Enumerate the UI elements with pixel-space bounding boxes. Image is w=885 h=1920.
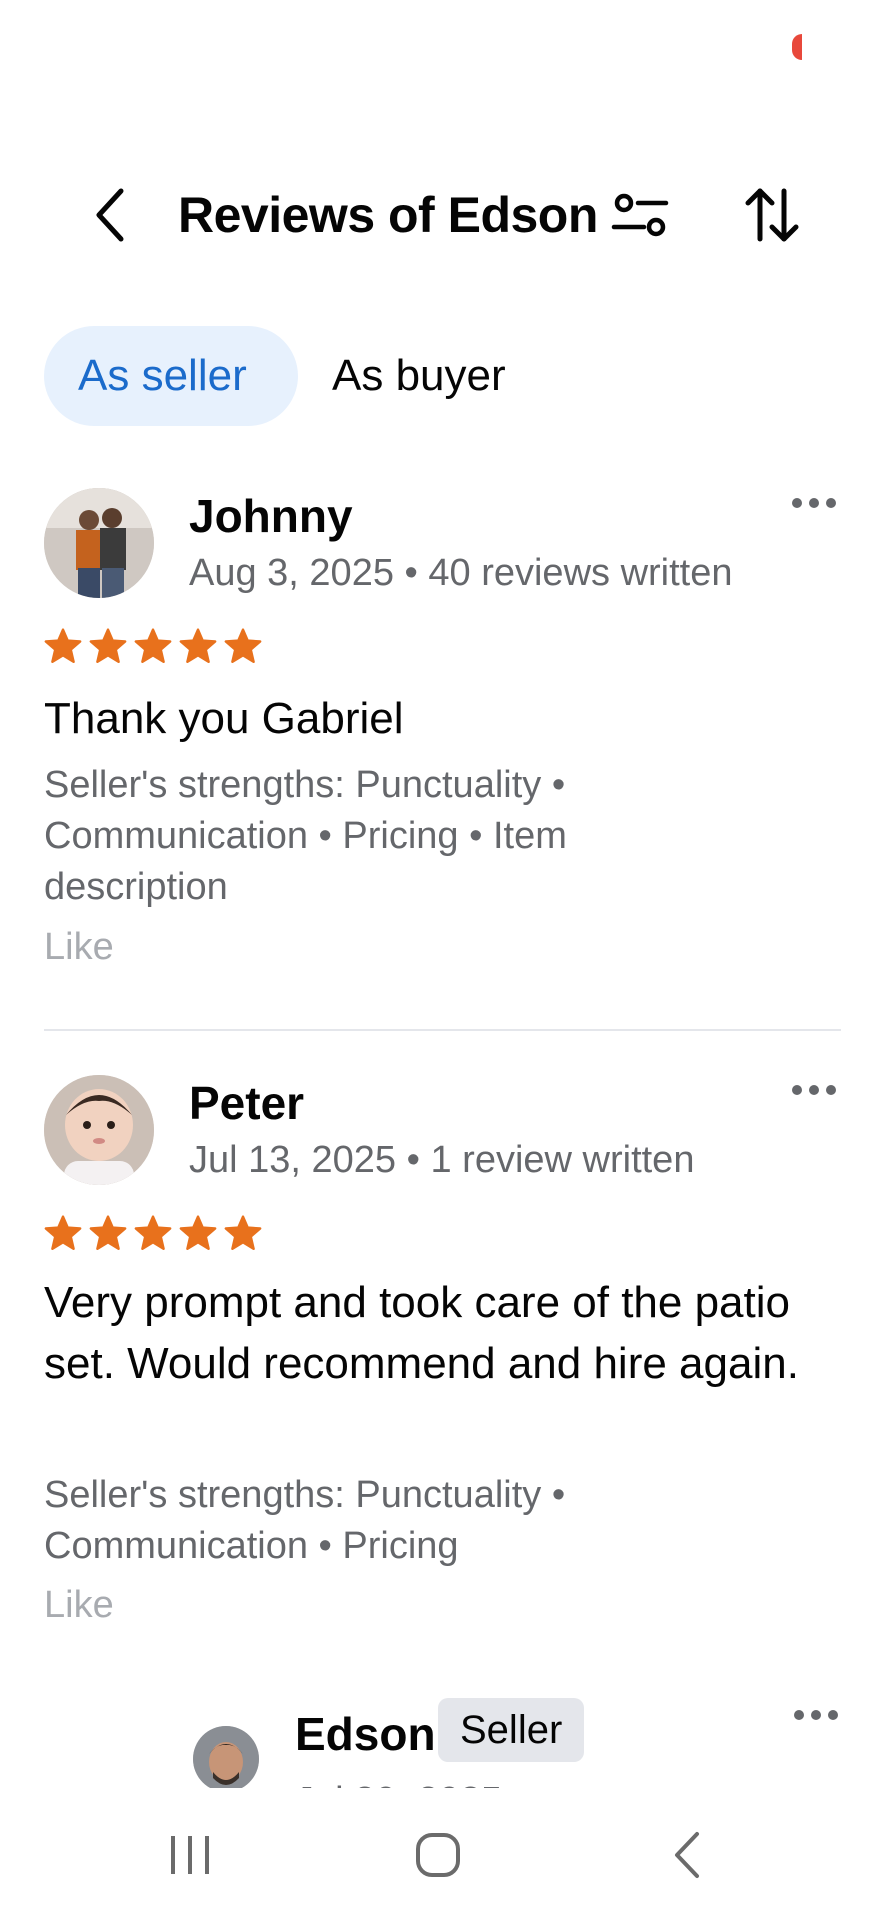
review-meta: Aug 3, 2025 • 40 reviews written: [189, 552, 733, 594]
avatar[interactable]: [44, 1075, 154, 1185]
home-button[interactable]: [398, 1820, 478, 1890]
seller-strengths: Seller's strengths: Punctuality • Commun…: [44, 1474, 566, 1567]
reply-author-name[interactable]: Edson: [295, 1706, 436, 1762]
review-item: Peter Jul 13, 2025 • 1 review written Ve…: [44, 1075, 844, 1635]
seller-reply: Edson Seller Jul 20, 2025: [193, 1698, 843, 1788]
back-icon: [675, 1832, 699, 1878]
star-rating: [44, 628, 262, 664]
star-icon: [89, 1215, 127, 1250]
reply-more-options-button[interactable]: [786, 1700, 846, 1730]
like-button[interactable]: Like: [44, 924, 114, 970]
chevron-left-icon: [96, 188, 124, 242]
reviews-screen: Reviews of Edson As seller As buyer John…: [0, 0, 885, 1920]
star-icon: [224, 628, 262, 663]
more-options-button[interactable]: [784, 488, 844, 518]
header: Reviews of Edson: [0, 175, 885, 255]
star-icon: [134, 628, 172, 663]
seller-strengths: Seller's strengths: Punctuality • Commun…: [44, 764, 567, 908]
sort-arrows-icon: [745, 188, 799, 242]
sort-button[interactable]: [740, 183, 804, 247]
reviewer-name[interactable]: Peter: [189, 1075, 304, 1131]
star-icon: [44, 628, 82, 663]
tab-as-buyer[interactable]: As buyer: [298, 326, 540, 426]
review-text: Very prompt and took care of the patio s…: [44, 1278, 799, 1388]
star-icon: [179, 1215, 217, 1250]
review-meta: Jul 13, 2025 • 1 review written: [189, 1139, 695, 1181]
tab-as-seller[interactable]: As seller: [44, 326, 298, 426]
sliders-icon: [611, 193, 669, 237]
like-button[interactable]: Like: [44, 1582, 114, 1628]
recent-apps-icon: [171, 1836, 209, 1874]
back-button[interactable]: [84, 185, 136, 245]
filter-button[interactable]: [608, 187, 672, 243]
reply-date: Jul 20, 2025: [295, 1778, 502, 1788]
review-item: Johnny Aug 3, 2025 • 40 reviews written …: [44, 488, 844, 968]
system-navigation-bar: [0, 1790, 885, 1920]
star-icon: [224, 1215, 262, 1250]
recent-apps-button[interactable]: [150, 1820, 230, 1890]
review-text: Thank you Gabriel: [44, 694, 404, 743]
star-icon: [44, 1215, 82, 1250]
more-horizontal-icon: [794, 1710, 838, 1720]
more-horizontal-icon: [792, 498, 836, 508]
home-icon: [416, 1833, 460, 1877]
seller-badge: Seller: [438, 1698, 585, 1762]
reviewer-name[interactable]: Johnny: [189, 488, 353, 544]
star-icon: [89, 628, 127, 663]
notification-dot: [792, 34, 802, 60]
avatar[interactable]: [44, 488, 154, 598]
more-horizontal-icon: [792, 1085, 836, 1095]
star-rating: [44, 1215, 262, 1251]
system-back-button[interactable]: [646, 1820, 726, 1890]
more-options-button[interactable]: [784, 1075, 844, 1105]
divider: [44, 1029, 841, 1031]
star-icon: [179, 628, 217, 663]
page-title: Reviews of Edson: [178, 187, 598, 243]
avatar[interactable]: [193, 1726, 259, 1788]
star-icon: [134, 1215, 172, 1250]
